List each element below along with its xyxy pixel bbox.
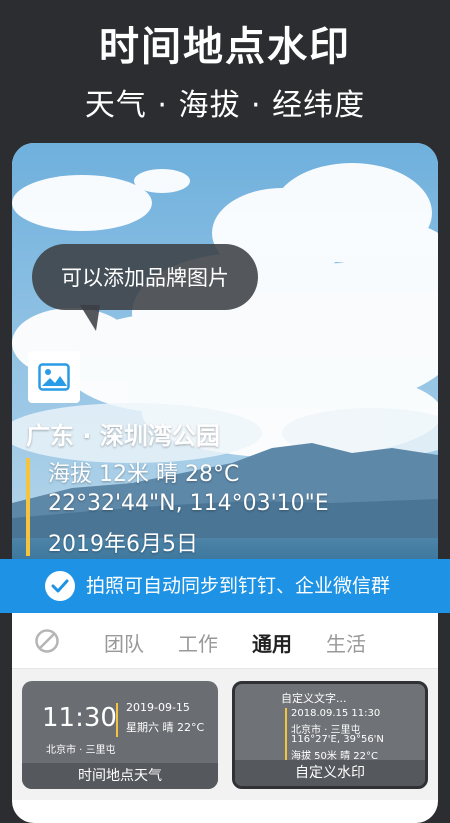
hero-subtitle: 天气 · 海拔 · 经纬度 [84, 88, 366, 123]
watermark-date: 2019年6月5日 [48, 532, 198, 557]
image-icon [38, 363, 70, 391]
watermark-accent-bar [26, 458, 30, 556]
template-date: 2019-09-15 [126, 701, 190, 714]
tab-life[interactable]: 生活 [326, 628, 366, 657]
template-week-weather: 星期六 晴 22°C [126, 721, 205, 734]
template-line: 2018.09.15 11:30 [291, 708, 381, 719]
watermark-coordinates: 22°32'44"N, 114°03'10"E [48, 491, 329, 516]
template-label: 时间地点天气 [22, 763, 218, 789]
template-custom-title: 自定义文字... [281, 692, 347, 705]
template-accent-bar [285, 708, 287, 760]
watermark-altitude-weather: 海拔 12米 晴 28°C [48, 462, 240, 487]
brand-image-placeholder[interactable] [28, 351, 80, 403]
hero-title: 时间地点水印 [99, 24, 351, 70]
tooltip-tail [80, 305, 100, 331]
template-time-location-weather[interactable]: 11:30 2019-09-15 星期六 晴 22°C 北京市 · 三里屯 时间… [22, 681, 218, 789]
template-line: 116°27'E, 39°56'N [291, 734, 384, 745]
template-accent-bar [116, 703, 118, 737]
tab-team[interactable]: 团队 [104, 628, 144, 657]
brand-image-tooltip: 可以添加品牌图片 [32, 244, 258, 310]
category-tabs: 团队 工作 通用 生活 [12, 614, 438, 669]
sync-banner: 拍照可自动同步到钉钉、企业微信群 [0, 559, 450, 613]
sync-banner-text: 拍照可自动同步到钉钉、企业微信群 [86, 575, 391, 597]
template-location: 北京市 · 三里屯 [46, 745, 116, 756]
template-label: 自定义水印 [235, 760, 425, 786]
template-list: 11:30 2019-09-15 星期六 晴 22°C 北京市 · 三里屯 时间… [12, 669, 438, 800]
watermark-location: 广东 · 深圳湾公园 [26, 422, 220, 450]
template-custom[interactable]: 自定义文字... 2018.09.15 11:30 北京市 · 三里屯 116°… [232, 681, 428, 789]
check-icon [45, 571, 75, 601]
template-time: 11:30 [42, 703, 117, 733]
tab-work[interactable]: 工作 [178, 628, 218, 657]
no-watermark-icon[interactable] [34, 628, 60, 658]
tab-general[interactable]: 通用 [252, 628, 292, 657]
